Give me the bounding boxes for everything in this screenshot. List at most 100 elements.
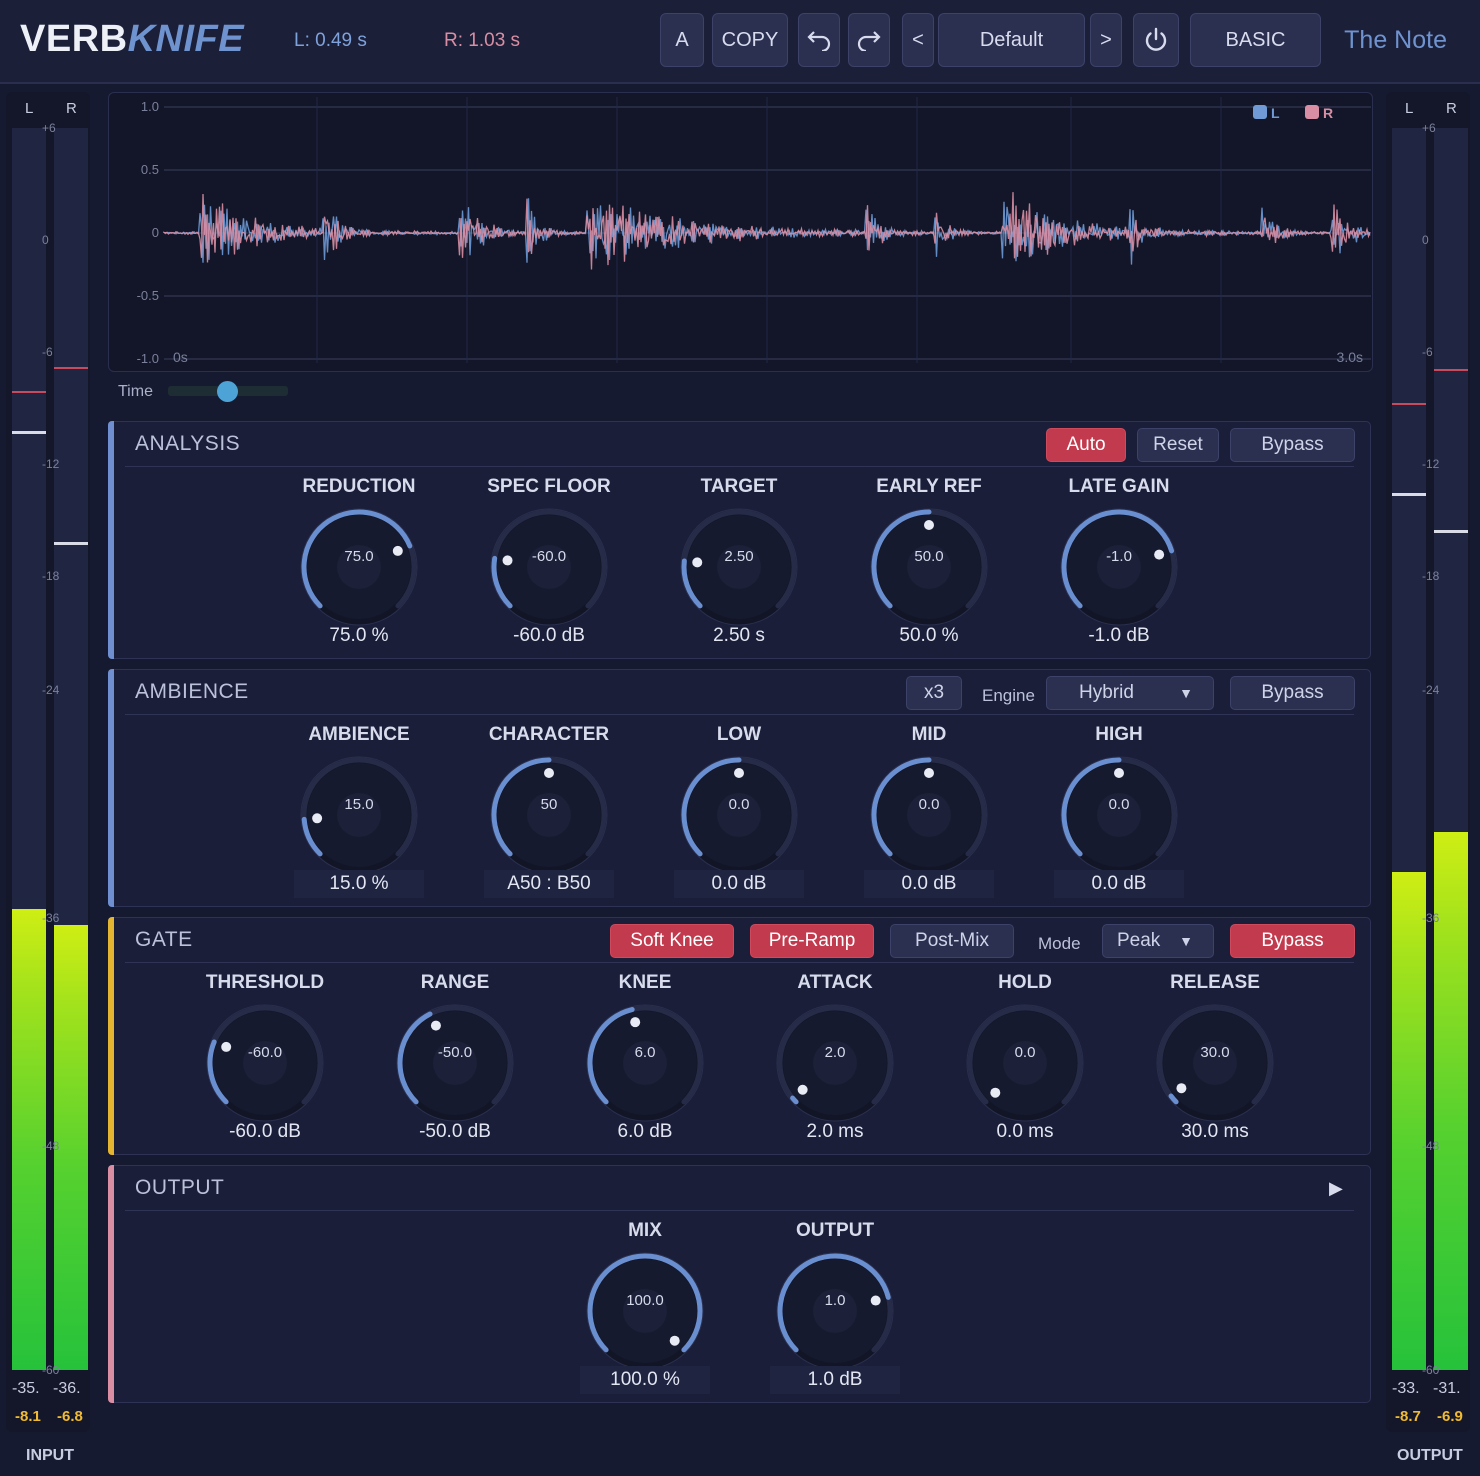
knob-value[interactable]: 15.0 % xyxy=(294,870,424,898)
knob-dial[interactable] xyxy=(390,998,520,1128)
knob-mix[interactable]: MIX 100.0 100.0 % xyxy=(550,1220,740,1430)
knob-reduction[interactable]: REDUCTION 75.0 75.0 % xyxy=(264,476,454,686)
knob-mid[interactable]: MID 0.0 0.0 dB xyxy=(834,724,1024,934)
input-meter-r-peak: -6.8 xyxy=(57,1408,83,1425)
knob-dial[interactable] xyxy=(1150,998,1280,1128)
post-mix-button[interactable]: Post-Mix xyxy=(890,924,1014,958)
knob-dial[interactable] xyxy=(1054,502,1184,632)
preset-name[interactable]: Default xyxy=(938,13,1085,67)
engine-select[interactable]: Hybrid ▼ xyxy=(1046,676,1214,710)
knob-value[interactable]: 2.0 ms xyxy=(770,1118,900,1146)
input-meter: L R +6 0 -6 -12 -18 -24 -36 -48 -60 -35. -36. -8… xyxy=(6,92,90,1432)
knob-value[interactable]: A50 : B50 xyxy=(484,870,614,898)
knob-spec-floor[interactable]: SPEC FLOOR -60.0 -60.0 dB xyxy=(454,476,644,686)
svg-text:L: L xyxy=(1271,105,1280,121)
power-icon xyxy=(1145,27,1167,51)
gate-mode-select[interactable]: Peak ▼ xyxy=(1102,924,1214,958)
knob-attack[interactable]: ATTACK 2.0 2.0 ms xyxy=(740,972,930,1182)
knob-value[interactable]: 0.0 dB xyxy=(1054,870,1184,898)
input-meter-label: INPUT xyxy=(26,1447,74,1464)
pre-ramp-button[interactable]: Pre-Ramp xyxy=(750,924,874,958)
knob-knee[interactable]: KNEE 6.0 6.0 dB xyxy=(550,972,740,1182)
knob-value[interactable]: -1.0 dB xyxy=(1054,622,1184,650)
knob-early-ref[interactable]: EARLY REF 50.0 50.0 % xyxy=(834,476,1024,686)
waveform-y-tick: 1.0 xyxy=(141,99,159,114)
knob-ambience[interactable]: AMBIENCE 15.0 15.0 % xyxy=(264,724,454,934)
ab-slot-button[interactable]: A xyxy=(660,13,704,67)
redo-button[interactable] xyxy=(848,13,890,67)
knob-dial[interactable] xyxy=(200,998,330,1128)
input-meter-r-value: -36. xyxy=(53,1380,81,1397)
output-meter-l-clip-marker xyxy=(1392,403,1426,405)
knob-value[interactable]: 0.0 dB xyxy=(674,870,804,898)
knob-dial[interactable] xyxy=(674,750,804,880)
knob-dial[interactable] xyxy=(770,1246,900,1376)
knob-dial[interactable] xyxy=(580,1246,710,1376)
knob-dial[interactable] xyxy=(484,502,614,632)
knob-value[interactable]: -60.0 dB xyxy=(200,1118,330,1146)
knob-value[interactable]: -60.0 dB xyxy=(484,622,614,650)
knob-value[interactable]: 100.0 % xyxy=(580,1366,710,1394)
ambience-bypass-button[interactable]: Bypass xyxy=(1230,676,1355,710)
knob-dial[interactable] xyxy=(294,750,424,880)
knob-value[interactable]: -50.0 dB xyxy=(390,1118,520,1146)
knob-threshold[interactable]: THRESHOLD -60.0 -60.0 dB xyxy=(170,972,360,1182)
knob-value[interactable]: 30.0 ms xyxy=(1150,1118,1280,1146)
undo-button[interactable] xyxy=(798,13,840,67)
gate-bypass-button[interactable]: Bypass xyxy=(1230,924,1355,958)
knob-dial[interactable] xyxy=(960,998,1090,1128)
knob-value[interactable]: 50.0 % xyxy=(864,622,994,650)
analysis-bypass-button[interactable]: Bypass xyxy=(1230,428,1355,462)
knob-dial[interactable] xyxy=(864,502,994,632)
knob-inner-value: 1.0 xyxy=(824,1292,846,1309)
knob-dial[interactable] xyxy=(864,750,994,880)
basic-mode-button[interactable]: BASIC xyxy=(1190,13,1321,67)
knob-inner-value: 0.0 xyxy=(918,796,940,813)
knob-low[interactable]: LOW 0.0 0.0 dB xyxy=(644,724,834,934)
knob-target[interactable]: TARGET 2.50 2.50 s xyxy=(644,476,834,686)
analysis-reset-button[interactable]: Reset xyxy=(1137,428,1219,462)
knob-release[interactable]: RELEASE 30.0 30.0 ms xyxy=(1120,972,1310,1182)
knob-output[interactable]: OUTPUT 1.0 1.0 dB xyxy=(740,1220,930,1430)
knob-value[interactable]: 0.0 ms xyxy=(960,1118,1090,1146)
knob-value[interactable]: 2.50 s xyxy=(674,622,804,650)
gate-title: GATE xyxy=(135,928,193,951)
time-slider-handle[interactable] xyxy=(217,381,238,402)
knob-inner-value: 75.0 xyxy=(344,548,374,565)
knob-value[interactable]: 6.0 dB xyxy=(580,1118,710,1146)
preset-next-button[interactable]: > xyxy=(1090,13,1122,67)
preset-prev-button[interactable]: < xyxy=(902,13,934,67)
input-meter-l-peak-marker xyxy=(12,431,46,434)
meter-scale-label: -18 xyxy=(1422,569,1440,583)
soft-knee-button[interactable]: Soft Knee xyxy=(610,924,734,958)
waveform-y-tick: -1.0 xyxy=(137,351,159,366)
knob-indicator xyxy=(1176,1083,1187,1094)
knob-high[interactable]: HIGH 0.0 0.0 dB xyxy=(1024,724,1214,934)
copy-button[interactable]: COPY xyxy=(712,13,788,67)
knob-inner-value: -60.0 xyxy=(247,1044,283,1061)
power-button[interactable] xyxy=(1133,13,1179,67)
knob-dial[interactable] xyxy=(294,502,424,632)
knob-character[interactable]: CHARACTER 50 A50 : B50 xyxy=(454,724,644,934)
waveform-x-start: 0s xyxy=(173,349,188,365)
time-label: Time xyxy=(118,383,153,400)
play-icon[interactable]: ▶ xyxy=(1329,1178,1343,1199)
knob-value[interactable]: 1.0 dB xyxy=(770,1366,900,1394)
knob-value[interactable]: 0.0 dB xyxy=(864,870,994,898)
analysis-auto-button[interactable]: Auto xyxy=(1046,428,1126,462)
knob-inner-value: -50.0 xyxy=(437,1044,473,1061)
knob-hold[interactable]: HOLD 0.0 0.0 ms xyxy=(930,972,1120,1182)
chevron-down-icon: ▼ xyxy=(1179,933,1193,949)
ambience-panel: AMBIENCE x3 Engine Hybrid ▼ Bypass AMBIE… xyxy=(108,669,1371,907)
ambience-multiplier-button[interactable]: x3 xyxy=(906,676,962,710)
knob-dial[interactable] xyxy=(674,502,804,632)
output-panel: OUTPUT ▶ MIX 100.0 100.0 % OUTPUT 1.0 1.0 dB xyxy=(108,1165,1371,1403)
knob-indicator xyxy=(544,768,554,778)
knob-dial[interactable] xyxy=(580,998,710,1128)
knob-late-gain[interactable]: LATE GAIN -1.0 -1.0 dB xyxy=(1024,476,1214,686)
knob-dial[interactable] xyxy=(1054,750,1184,880)
knob-range[interactable]: RANGE -50.0 -50.0 dB xyxy=(360,972,550,1182)
knob-dial[interactable] xyxy=(484,750,614,880)
knob-dial[interactable] xyxy=(770,998,900,1128)
knob-value[interactable]: 75.0 % xyxy=(294,622,424,650)
